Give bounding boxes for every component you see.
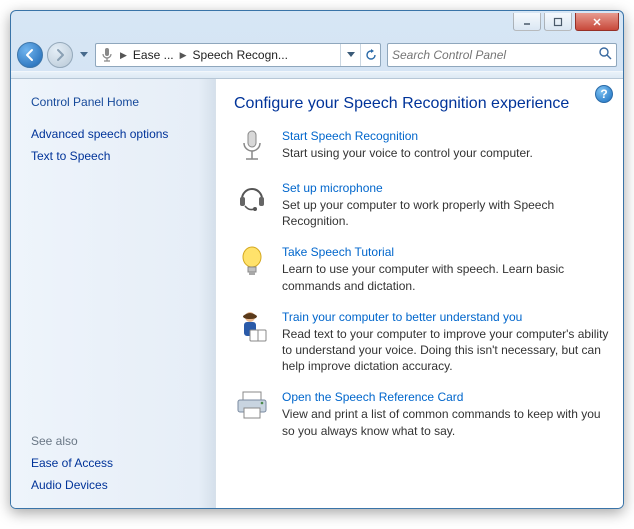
link-setup-microphone[interactable]: Set up microphone — [282, 181, 609, 195]
link-start-speech[interactable]: Start Speech Recognition — [282, 129, 533, 143]
page-title: Configure your Speech Recognition experi… — [234, 95, 609, 113]
search-icon[interactable] — [598, 46, 612, 65]
navigation-bar: ▶ Ease ... ▶ Speech Recogn... — [11, 39, 623, 71]
task-start-speech: Start Speech Recognition Start using you… — [234, 129, 609, 165]
titlebar — [11, 11, 623, 39]
see-also-label: See also — [31, 414, 203, 452]
recent-pages-dropdown[interactable] — [77, 52, 91, 58]
control-panel-home-link[interactable]: Control Panel Home — [31, 93, 203, 117]
task-desc: Set up your computer to work properly wi… — [282, 197, 609, 229]
content-area: ? Configure your Speech Recognition expe… — [216, 79, 623, 508]
link-reference-card[interactable]: Open the Speech Reference Card — [282, 390, 609, 404]
microphone-icon — [96, 47, 118, 63]
task-desc: Read text to your computer to improve yo… — [282, 326, 609, 375]
see-also-ease-of-access[interactable]: Ease of Access — [31, 452, 203, 474]
chevron-right-icon: ▶ — [178, 50, 189, 61]
person-reading-icon — [234, 310, 270, 346]
refresh-button[interactable] — [360, 44, 380, 66]
microphone-icon — [234, 129, 270, 165]
chevron-right-icon: ▶ — [118, 50, 129, 61]
address-bar[interactable]: ▶ Ease ... ▶ Speech Recogn... — [95, 43, 381, 67]
minimize-button[interactable] — [513, 13, 541, 31]
address-dropdown[interactable] — [340, 44, 360, 66]
task-desc: Learn to use your computer with speech. … — [282, 261, 609, 293]
sidebar: Control Panel Home Advanced speech optio… — [11, 79, 216, 508]
headset-icon — [234, 181, 270, 217]
search-input[interactable] — [392, 48, 598, 62]
lightbulb-icon — [234, 245, 270, 281]
help-icon[interactable]: ? — [595, 85, 613, 103]
breadcrumb-ease[interactable]: Ease ... — [129, 44, 178, 66]
toolbar-spacer — [11, 71, 623, 79]
sidebar-item-advanced-speech[interactable]: Advanced speech options — [31, 123, 203, 145]
control-panel-window: ▶ Ease ... ▶ Speech Recogn... Control Pa… — [10, 10, 624, 509]
search-box[interactable] — [387, 43, 617, 67]
forward-button[interactable] — [47, 42, 73, 68]
task-setup-microphone: Set up microphone Set up your computer t… — [234, 181, 609, 229]
task-train: Train your computer to better understand… — [234, 310, 609, 375]
task-reference-card: Open the Speech Reference Card View and … — [234, 390, 609, 438]
back-button[interactable] — [17, 42, 43, 68]
close-button[interactable] — [575, 13, 619, 31]
see-also-audio-devices[interactable]: Audio Devices — [31, 474, 203, 496]
task-desc: Start using your voice to control your c… — [282, 145, 533, 161]
task-desc: View and print a list of common commands… — [282, 406, 609, 438]
breadcrumb-speech[interactable]: Speech Recogn... — [189, 44, 292, 66]
printer-icon — [234, 390, 270, 426]
task-tutorial: Take Speech Tutorial Learn to use your c… — [234, 245, 609, 293]
link-tutorial[interactable]: Take Speech Tutorial — [282, 245, 609, 259]
sidebar-item-text-to-speech[interactable]: Text to Speech — [31, 145, 203, 167]
maximize-button[interactable] — [544, 13, 572, 31]
link-train[interactable]: Train your computer to better understand… — [282, 310, 609, 324]
